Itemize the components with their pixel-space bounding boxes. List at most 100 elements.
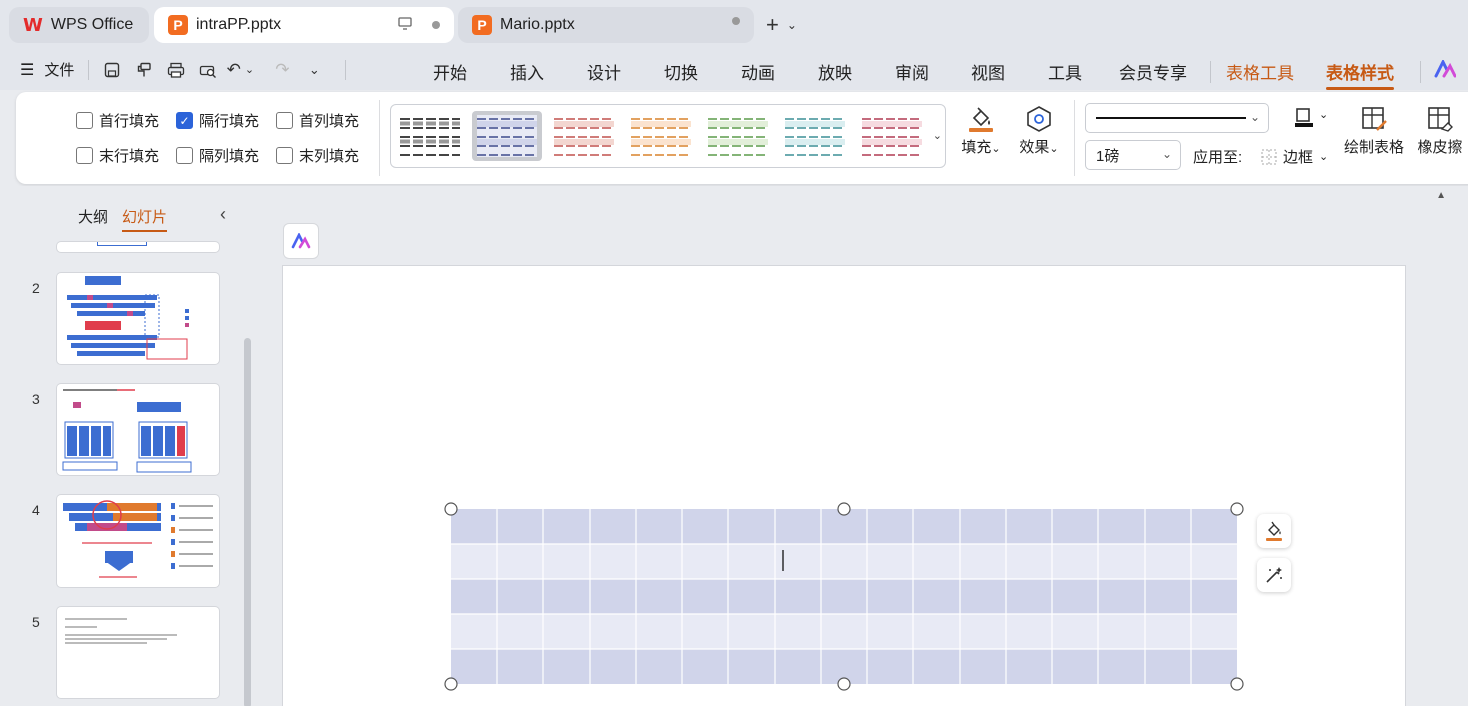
slide-editor-canvas: ▲ xyxy=(258,186,1468,706)
checkbox-total-row[interactable]: 末行填充 xyxy=(76,145,159,166)
border-width-select[interactable]: 1磅 ⌄ xyxy=(1085,140,1181,170)
checkbox-box[interactable] xyxy=(176,147,193,164)
tab-slideshow[interactable]: 放映 xyxy=(818,59,852,84)
undo-icon[interactable]: ↶ ⌄ xyxy=(227,60,254,79)
eraser-icon xyxy=(1414,102,1466,136)
resize-handle xyxy=(1230,502,1244,516)
effect-cube-icon xyxy=(1014,102,1064,136)
eraser-button[interactable]: 橡皮擦 xyxy=(1414,102,1466,157)
tab-intrapp-label: intraPP.pptx xyxy=(196,16,282,33)
wps-ai-button[interactable] xyxy=(284,224,318,258)
checkbox-banded-columns[interactable]: 隔列填充 xyxy=(176,145,259,166)
effect-button[interactable]: 效果⌄ xyxy=(1014,102,1064,157)
table-style-preview-crimson xyxy=(862,118,922,156)
table-style-option[interactable] xyxy=(549,111,619,161)
slide-page[interactable] xyxy=(283,266,1405,706)
print-icon[interactable] xyxy=(167,61,185,79)
slide-5-preview xyxy=(65,618,177,644)
slide-thumbnail-5[interactable] xyxy=(57,607,219,698)
tab-view[interactable]: 视图 xyxy=(971,59,1005,84)
checkbox-box[interactable] xyxy=(276,147,293,164)
checkbox-box[interactable] xyxy=(76,112,93,129)
resize-handle xyxy=(444,677,458,691)
tab-wps-office[interactable]: W WPS Office xyxy=(9,7,149,43)
monitor-icon[interactable] xyxy=(398,17,412,33)
gallery-expand-icon[interactable]: ⌄ xyxy=(933,129,942,142)
pen-color-icon xyxy=(1295,108,1313,127)
tab-slides[interactable]: 幻灯片 xyxy=(122,206,168,232)
format-painter-icon[interactable] xyxy=(135,61,153,79)
tab-animations[interactable]: 动画 xyxy=(741,59,775,84)
divider xyxy=(1420,61,1421,83)
slide-table[interactable] xyxy=(283,266,1405,706)
checkbox-header-row[interactable]: 首行填充 xyxy=(76,110,159,131)
slide-thumbnail-1[interactable] xyxy=(57,242,219,252)
table-style-option[interactable] xyxy=(857,111,927,161)
chevron-down-icon[interactable]: ⌄ xyxy=(305,61,323,79)
tab-transitions[interactable]: 切换 xyxy=(664,59,698,84)
save-icon[interactable] xyxy=(103,61,121,79)
menu-bar: ☰ 文件 ↶ ⌄ ↷ ⌄ 开始 插入 设计 切换 动画 放映 审阅 视图 工具 会… xyxy=(0,50,1468,90)
checkbox-banded-rows[interactable]: ✓ 隔行填充 xyxy=(176,110,259,131)
divider xyxy=(1074,100,1075,176)
pen-color-button[interactable]: ⌄ xyxy=(1293,107,1328,132)
collapse-panel-icon[interactable]: ‹ xyxy=(220,204,226,225)
table-style-option[interactable] xyxy=(703,111,773,161)
fill-button[interactable]: 填充⌄ xyxy=(956,102,1006,157)
divider xyxy=(379,100,380,176)
tab-insert[interactable]: 插入 xyxy=(510,59,544,84)
tab-table-tools[interactable]: 表格工具 xyxy=(1226,59,1294,84)
unsaved-dot-icon[interactable] xyxy=(732,17,740,25)
new-tab-button[interactable]: + ⌄ xyxy=(766,12,797,38)
draw-table-label: 绘制表格 xyxy=(1343,139,1404,156)
tab-tools[interactable]: 工具 xyxy=(1048,59,1082,84)
redo-icon[interactable]: ↷ xyxy=(273,60,291,79)
tab-member[interactable]: 会员专享 xyxy=(1119,59,1187,84)
table-style-preview-blue xyxy=(477,115,537,157)
table-style-option[interactable] xyxy=(626,111,696,161)
checkbox-label: 首列填充 xyxy=(299,113,360,130)
scroll-up-arrow-icon[interactable]: ▲ xyxy=(1436,190,1446,201)
checkbox-box-checked[interactable]: ✓ xyxy=(176,112,193,129)
tab-mario[interactable]: P Mario.pptx xyxy=(458,7,754,43)
draw-table-button[interactable]: 绘制表格 xyxy=(1342,102,1406,157)
divider xyxy=(1210,61,1211,83)
unsaved-dot-icon[interactable] xyxy=(432,21,440,29)
table-style-option-selected[interactable] xyxy=(472,111,542,161)
checkbox-box[interactable] xyxy=(276,112,293,129)
border-button[interactable]: 边框 ⌄ xyxy=(1261,146,1328,167)
checkbox-last-column[interactable]: 末列填充 xyxy=(276,145,359,166)
chevron-down-icon[interactable]: ⌄ xyxy=(787,18,797,32)
checkbox-box[interactable] xyxy=(76,147,93,164)
chevron-down-icon[interactable]: ⌄ xyxy=(245,63,254,76)
chevron-down-icon: ⌄ xyxy=(1161,147,1172,161)
table-style-option[interactable] xyxy=(780,111,850,161)
tab-home[interactable]: 开始 xyxy=(433,59,467,84)
table-style-preview-teal xyxy=(785,118,845,156)
quick-fill-button[interactable] xyxy=(1257,514,1291,548)
checkbox-first-column[interactable]: 首列填充 xyxy=(276,110,359,131)
file-menu-button[interactable]: ☰ 文件 xyxy=(20,59,74,80)
ribbon-panel: 首行填充 ✓ 隔行填充 首列填充 末行填充 隔列填充 末列填充 ⌄ 填充⌄ 效果… xyxy=(16,92,1468,184)
tab-design[interactable]: 设计 xyxy=(587,59,621,84)
tab-review[interactable]: 审阅 xyxy=(895,59,929,84)
wps-ai-icon[interactable] xyxy=(1434,58,1457,83)
title-tab-bar: W WPS Office P intraPP.pptx P Mario.pptx… xyxy=(0,0,1468,50)
slide-thumbnail-3[interactable] xyxy=(57,384,219,475)
print-preview-icon[interactable] xyxy=(199,61,217,79)
border-line-style-select[interactable]: ⌄ xyxy=(1085,103,1269,133)
slide-thumbnail-4[interactable] xyxy=(57,495,219,587)
resize-handle xyxy=(444,502,458,516)
tab-intrapp[interactable]: P intraPP.pptx xyxy=(154,7,454,43)
border-grid-icon xyxy=(1261,149,1277,164)
chevron-down-icon: ⌄ xyxy=(1319,109,1329,121)
table-style-option[interactable] xyxy=(395,111,465,161)
checkbox-label: 末列填充 xyxy=(299,148,360,165)
slide-thumbnail-2[interactable] xyxy=(57,273,219,364)
tab-outline[interactable]: 大纲 xyxy=(78,206,108,227)
tab-table-styles[interactable]: 表格样式 xyxy=(1326,59,1394,90)
ai-beautify-button[interactable] xyxy=(1257,558,1291,592)
panel-scrollbar[interactable] xyxy=(244,338,251,706)
apply-to-label: 应用至: xyxy=(1193,149,1243,166)
effect-label: 效果 xyxy=(1019,139,1050,156)
